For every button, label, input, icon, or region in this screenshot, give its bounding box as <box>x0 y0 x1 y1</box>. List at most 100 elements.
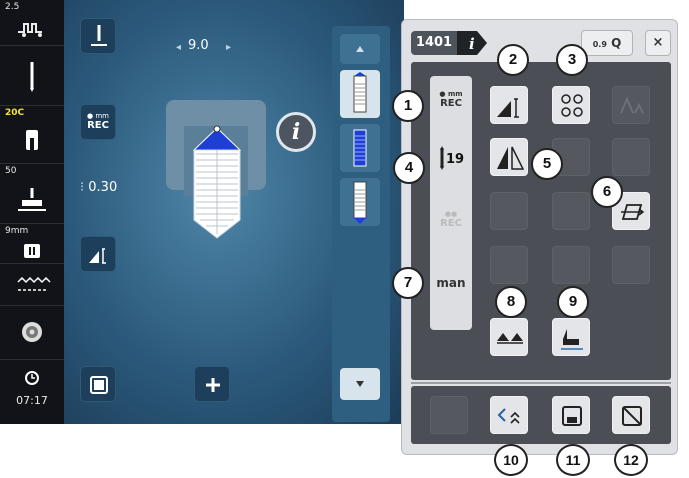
close-button[interactable]: × <box>645 30 671 56</box>
feed-dog-toggle-cell[interactable] <box>0 264 64 306</box>
scroll-down-button[interactable] <box>340 368 380 400</box>
buttonhole-top-icon <box>353 72 367 113</box>
stitch-number: 1401 <box>411 31 457 55</box>
zoom-button[interactable]: 0.9 Q <box>581 30 633 56</box>
callout-5: 5 <box>531 148 563 180</box>
info-tab-icon: i <box>457 31 487 55</box>
balance-button[interactable] <box>490 318 528 356</box>
callout-2: 2 <box>497 44 529 76</box>
balance-icon <box>497 333 523 344</box>
disabled-cell-6 <box>490 246 528 284</box>
sequence-item-1[interactable] <box>340 70 380 118</box>
memory-rec-button[interactable]: ● mm REC <box>80 104 116 140</box>
stitch-length-value: 0.30 <box>88 180 118 195</box>
clock-cell[interactable]: 07:17 <box>0 360 64 424</box>
feed-dog-cell[interactable]: 9mm <box>0 224 64 264</box>
needle-position-button[interactable] <box>80 18 116 54</box>
memory-rec-disabled-button[interactable]: ●● REC <box>432 200 470 240</box>
callout-8: 8 <box>495 286 527 318</box>
callout-1: 1 <box>392 90 424 122</box>
scroll-down-icon <box>356 381 364 387</box>
disabled-cell-7 <box>552 246 590 284</box>
rec-unit-text: mm <box>447 90 463 98</box>
sequence-item-2[interactable] <box>340 124 380 172</box>
delete-icon <box>622 406 642 426</box>
thread-tension-cell[interactable]: 2.5 <box>0 0 64 46</box>
thread-tension-value: 2.5 <box>5 2 20 12</box>
font-icon <box>620 96 644 114</box>
disabled-unit-label: ●● <box>444 210 458 218</box>
needle-type-value: 20C <box>5 108 25 118</box>
mem-unit-label: ● mm <box>87 112 109 120</box>
mirror-icon <box>497 146 525 170</box>
buttonhole-stitch-graphic <box>192 125 242 239</box>
pattern-end-icon <box>497 98 519 118</box>
multi-circle-icon <box>561 94 583 117</box>
callout-10: 10 <box>494 444 528 476</box>
presser-foot-indicator-button[interactable] <box>552 318 590 356</box>
needle-cell[interactable] <box>0 46 64 106</box>
foot-pressure-icon <box>0 186 64 214</box>
counter-function-button[interactable]: 19 <box>432 138 470 178</box>
multiple-pattern-button[interactable] <box>552 86 590 124</box>
presser-foot-icon <box>0 128 64 154</box>
stitch-width-value: 9.0 <box>188 38 209 53</box>
length-icon: ⁝ <box>80 180 85 195</box>
rec-function-label: REC <box>440 98 462 109</box>
svg-text:i: i <box>469 35 475 53</box>
stitch-number-badge: 1401 i <box>411 31 487 55</box>
width-increase-icon[interactable]: ▸ <box>226 42 231 53</box>
pattern-end-icon <box>89 248 106 264</box>
disabled-rec-label: REC <box>440 218 462 229</box>
reset-function-button[interactable] <box>490 396 528 434</box>
pattern-end-button[interactable] <box>80 236 116 272</box>
manual-label: man <box>436 276 466 290</box>
save-icon <box>562 406 582 426</box>
callout-11: 11 <box>556 444 590 476</box>
reset-icon <box>497 408 520 424</box>
scroll-up-button[interactable] <box>340 34 380 64</box>
width-decrease-icon[interactable]: ◂ <box>176 42 181 53</box>
save-button[interactable] <box>552 396 590 434</box>
feed-dog-icon <box>0 276 64 294</box>
zoom-value: 0.9 <box>592 40 607 49</box>
status-bar: 2.5 20C 50 9mm 07:17 <box>0 0 64 424</box>
callout-9: 9 <box>557 286 589 318</box>
zoom-label: Q <box>611 36 622 50</box>
stitch-editor-area: ◂ 9.0 ▸ ● mm REC ⁝ 0.30 i <box>64 0 404 424</box>
clock-icon <box>0 370 64 386</box>
callout-12: 12 <box>614 444 648 476</box>
manual-button[interactable]: man <box>432 264 470 304</box>
bobbin-cell[interactable] <box>0 306 64 360</box>
close-icon: × <box>652 35 664 50</box>
callout-6: 6 <box>591 176 623 208</box>
sequence-item-3[interactable] <box>340 178 380 226</box>
disabled-bottom-cell <box>430 396 468 434</box>
disabled-cell-5 <box>552 192 590 230</box>
memory-rec-function-button[interactable]: ● mm REC <box>432 80 470 120</box>
plus-icon <box>206 378 220 392</box>
feed-dog-value: 9mm <box>5 226 29 236</box>
needle-position-icon <box>91 25 107 46</box>
info-glyph: i <box>291 119 301 145</box>
counter-icon: 19 <box>440 146 464 170</box>
buttonhole-middle-icon <box>353 129 367 167</box>
needle-type-cell[interactable]: 20C <box>0 106 64 164</box>
presser-foot-icon <box>561 329 583 350</box>
presser-pressure-cell[interactable]: 50 <box>0 164 64 224</box>
dialog-divider <box>411 382 671 384</box>
add-stitch-button[interactable] <box>194 366 230 402</box>
counter-value: 19 <box>446 152 464 167</box>
bobbin-icon <box>0 320 64 344</box>
mem-rec-label: REC <box>87 120 109 131</box>
buttonhole-bottom-icon <box>353 181 367 224</box>
needle-icon <box>0 60 64 92</box>
info-button[interactable]: i <box>276 112 316 152</box>
callout-4: 4 <box>393 152 425 184</box>
disabled-cell-4 <box>490 192 528 230</box>
stitch-sequence-column <box>332 26 390 422</box>
mirror-image-button[interactable] <box>490 138 528 176</box>
delete-button[interactable] <box>612 396 650 434</box>
pattern-end-function-button[interactable] <box>490 86 528 124</box>
display-mode-button[interactable] <box>80 366 116 402</box>
